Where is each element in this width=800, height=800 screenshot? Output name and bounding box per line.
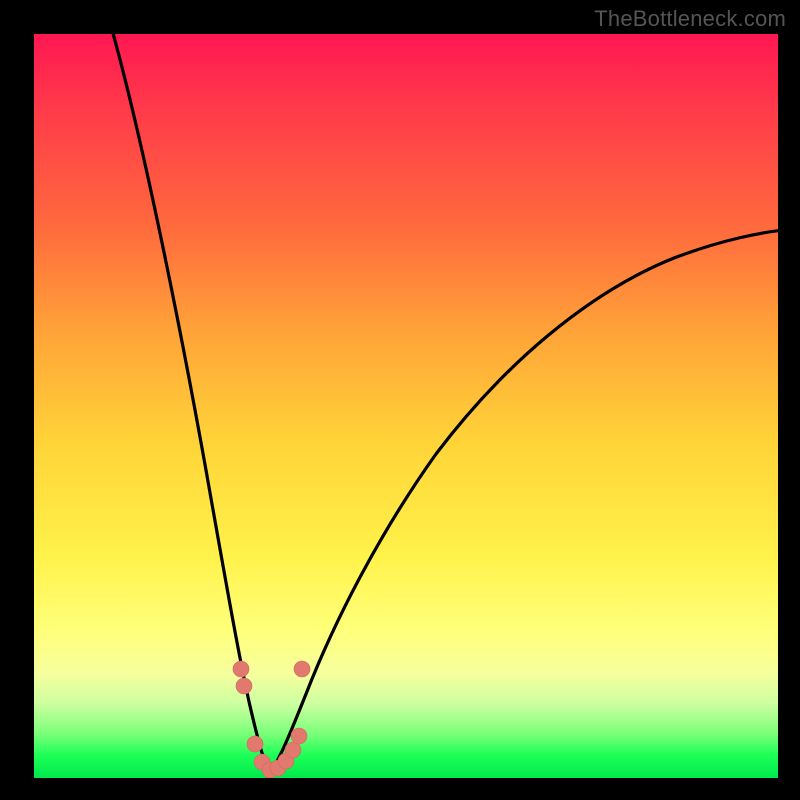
plot-frame: [34, 34, 778, 778]
curve-right-branch: [270, 230, 778, 774]
curve-layer: [34, 34, 778, 778]
marker-dot: [285, 742, 301, 758]
marker-cluster: [233, 661, 310, 778]
watermark-text: TheBottleneck.com: [594, 6, 786, 32]
marker-dot: [247, 736, 263, 752]
marker-dot: [233, 661, 249, 677]
chart-stage: TheBottleneck.com: [0, 0, 800, 800]
marker-dot: [236, 678, 252, 694]
marker-dot: [291, 728, 307, 744]
marker-dot: [294, 661, 310, 677]
